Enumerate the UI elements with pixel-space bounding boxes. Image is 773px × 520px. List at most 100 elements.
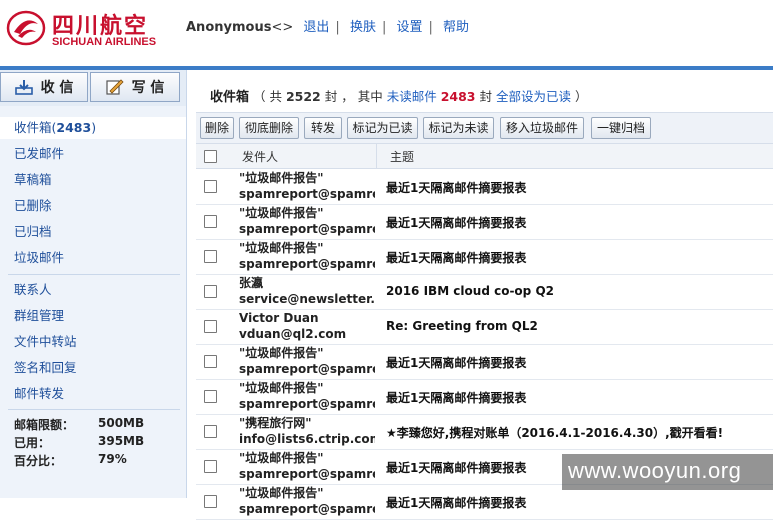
- delete-button[interactable]: 删除: [200, 117, 234, 139]
- mail-row[interactable]: "垃圾邮件报告" spamreport@spamrep 最近1天隔离邮件摘要报表: [196, 239, 773, 275]
- sender-name: "垃圾邮件报告": [239, 346, 324, 360]
- sender-email: vduan@ql2.com: [239, 327, 347, 341]
- nav-separator: |: [381, 20, 387, 35]
- summary-text: （ 共: [253, 89, 282, 104]
- brand-name-en: SICHUAN AIRLINES: [52, 36, 157, 48]
- tool-forwarding[interactable]: 邮件转发: [0, 383, 186, 405]
- top-nav: Anonymous<> 退出 | 换肤 | 设置 | 帮助: [186, 16, 475, 35]
- mark-read-button[interactable]: 标记为已读: [347, 117, 418, 139]
- sender-name: "垃圾邮件报告": [239, 171, 324, 185]
- mark-unread-button[interactable]: 标记为未读: [423, 117, 494, 139]
- delete-permanently-button[interactable]: 彻底删除: [239, 117, 299, 139]
- row-checkbox[interactable]: [204, 320, 217, 333]
- quota-value: 79%: [98, 452, 127, 466]
- sender-name: "垃圾邮件报告": [239, 241, 324, 255]
- skin-link[interactable]: 换肤: [350, 20, 376, 35]
- main-panel: 收件箱 （ 共 2522 封 ， 其中 未读邮件 2483 封 全部设为已读 ）…: [196, 70, 773, 520]
- sender-email: spamreport@spamrep: [239, 397, 375, 411]
- row-checkbox[interactable]: [204, 285, 217, 298]
- mail-subject[interactable]: ★李臻您好,携程对账单（2016.4.1-2016.4.30）,戳开看看!: [386, 424, 723, 441]
- quota-limit: 邮箱限额： 500MB: [14, 416, 144, 433]
- receive-mail-button[interactable]: 收 信: [0, 72, 88, 102]
- folder-inbox[interactable]: 收件箱(2483): [0, 117, 186, 139]
- row-checkbox[interactable]: [204, 215, 217, 228]
- sender-name: "携程旅行网": [239, 416, 312, 430]
- col-subject: 主题: [390, 150, 415, 164]
- mail-subject[interactable]: 最近1天隔离邮件摘要报表: [386, 179, 526, 196]
- watermark-text: www.wooyun.org: [568, 458, 742, 483]
- sidebar: 收 信 写 信 收件箱(2483) 已发邮件 草稿箱 已删除 已归档 垃圾邮件 …: [0, 70, 187, 498]
- sidebar-divider: [8, 274, 180, 275]
- folder-drafts[interactable]: 草稿箱: [0, 169, 186, 191]
- watermark: www.wooyun.org: [562, 454, 773, 490]
- folder-deleted[interactable]: 已删除: [0, 195, 186, 217]
- folder-label: 收件箱: [14, 120, 52, 135]
- sender-name: "垃圾邮件报告": [239, 451, 324, 465]
- receive-mail-label: 收 信: [40, 80, 74, 96]
- write-mail-button[interactable]: 写 信: [90, 72, 180, 102]
- move-to-spam-button[interactable]: 移入垃圾邮件: [500, 117, 584, 139]
- mail-subject[interactable]: 最近1天隔离邮件摘要报表: [386, 249, 526, 266]
- mail-row[interactable]: "垃圾邮件报告" spamreport@spamrep 最近1天隔离邮件摘要报表: [196, 204, 773, 240]
- folder-archived[interactable]: 已归档: [0, 221, 186, 243]
- mail-subject[interactable]: 2016 IBM cloud co-op Q2: [386, 284, 554, 298]
- nav-separator: |: [335, 20, 340, 35]
- folder-spam[interactable]: 垃圾邮件: [0, 247, 186, 269]
- one-click-archive-button[interactable]: 一键归档: [591, 117, 651, 139]
- mail-subject[interactable]: 最近1天隔离邮件摘要报表: [386, 354, 526, 371]
- row-checkbox[interactable]: [204, 390, 217, 403]
- help-link[interactable]: 帮助: [443, 20, 469, 35]
- row-checkbox[interactable]: [204, 460, 217, 473]
- unread-mail-link[interactable]: 未读邮件: [387, 89, 437, 104]
- mail-subject[interactable]: 最近1天隔离邮件摘要报表: [386, 459, 526, 476]
- settings-link[interactable]: 设置: [396, 20, 422, 35]
- mail-toolbar: 删除 彻底删除 转发 标记为已读 标记为未读 移入垃圾邮件 一键归档: [196, 112, 773, 144]
- tool-contacts[interactable]: 联系人: [0, 279, 186, 301]
- quota-value: 500MB: [98, 416, 145, 430]
- pencil-notepad-icon: [105, 79, 124, 95]
- row-checkbox[interactable]: [204, 355, 217, 368]
- mail-subject[interactable]: 最近1天隔离邮件摘要报表: [386, 389, 526, 406]
- mail-subject[interactable]: Re: Greeting from QL2: [386, 319, 538, 333]
- quota-label: 已用：: [14, 436, 51, 450]
- row-checkbox[interactable]: [204, 425, 217, 438]
- summary-text: ）: [574, 89, 588, 104]
- sender-name: "垃圾邮件报告": [239, 381, 324, 395]
- sender-email: spamreport@spamrep: [239, 222, 375, 236]
- mail-subject[interactable]: 最近1天隔离邮件摘要报表: [386, 494, 526, 511]
- summary-text: 封 ， 其中: [324, 89, 383, 104]
- mail-row[interactable]: Victor Duan vduan@ql2.com Re: Greeting fro…: [196, 309, 773, 345]
- mail-row[interactable]: "垃圾邮件报告" spamreport@spamrep 最近1天隔离邮件摘要报表: [196, 169, 773, 205]
- header: 四川航空 SICHUAN AIRLINES Anonymous<> 退出 | 换肤…: [0, 0, 773, 66]
- select-all-checkbox[interactable]: [204, 150, 217, 163]
- tool-file-transfer[interactable]: 文件中转站: [0, 331, 186, 353]
- row-checkbox[interactable]: [204, 180, 217, 193]
- sidebar-divider: [8, 409, 180, 410]
- username-suffix: <>: [271, 20, 294, 35]
- folder-sent[interactable]: 已发邮件: [0, 143, 186, 165]
- mail-row[interactable]: "垃圾邮件报告" spamreport@spamrep 最近1天隔离邮件摘要报表: [196, 379, 773, 415]
- sender-email: spamreport@spamrep: [239, 467, 375, 481]
- inbox-unread-count: 2483: [56, 120, 92, 135]
- quota-label: 邮箱限额：: [14, 418, 75, 432]
- page-title: 收件箱: [210, 90, 250, 105]
- forward-button[interactable]: 转发: [304, 117, 342, 139]
- airline-logo[interactable]: 四川航空 SICHUAN AIRLINES: [6, 8, 166, 52]
- mail-row[interactable]: "垃圾邮件报告" spamreport@spamrep 最近1天隔离邮件摘要报表: [196, 344, 773, 380]
- mail-row[interactable]: 张瀛 service@newsletter.ch 2016 IBM cloud co…: [196, 274, 773, 310]
- inbox-summary: 收件箱 （ 共 2522 封 ， 其中 未读邮件 2483 封 全部设为已读 ）: [210, 86, 587, 105]
- row-checkbox[interactable]: [204, 495, 217, 508]
- quota-label: 百分比：: [14, 454, 63, 468]
- mark-all-read-link[interactable]: 全部设为已读: [496, 89, 571, 104]
- write-mail-label: 写 信: [131, 80, 165, 96]
- sender-name: "垃圾邮件报告": [239, 206, 324, 220]
- mail-subject[interactable]: 最近1天隔离邮件摘要报表: [386, 214, 526, 231]
- quota-used: 已用： 395MB: [14, 434, 144, 451]
- row-checkbox[interactable]: [204, 250, 217, 263]
- logout-link[interactable]: 退出: [303, 20, 329, 35]
- tool-groups[interactable]: 群组管理: [0, 305, 186, 327]
- mail-row[interactable]: "携程旅行网" info@lists6.ctrip.com ★李臻您好,携程对账单（…: [196, 414, 773, 450]
- sender-email: spamreport@spamrep: [239, 187, 375, 201]
- summary-text: 封: [479, 89, 492, 104]
- tool-signature[interactable]: 签名和回复: [0, 357, 186, 379]
